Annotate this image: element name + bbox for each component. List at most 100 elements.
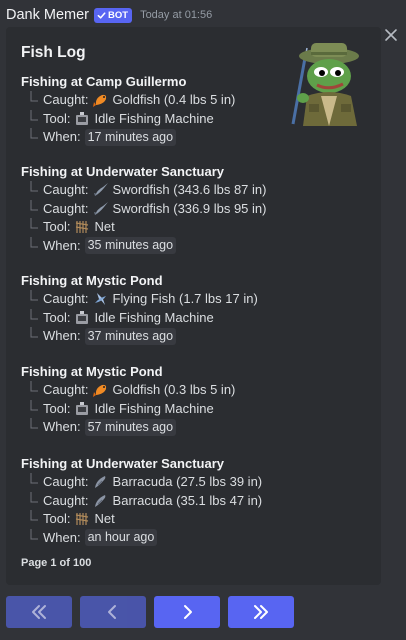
line-label: Caught: — [43, 382, 89, 397]
line-label: Caught: — [43, 291, 89, 306]
previous-page-button[interactable] — [80, 596, 146, 628]
checkmark-icon — [97, 11, 106, 19]
line-value: Goldfish (0.4 lbs 5 in) — [112, 92, 236, 107]
line-label: Tool: — [43, 219, 71, 234]
chevron-right-icon — [184, 605, 192, 619]
relative-time: an hour ago — [84, 529, 158, 547]
bot-badge-label: BOT — [108, 9, 129, 21]
fish-log-entry: Fishing at Underwater Sanctuary Caught: … — [21, 455, 361, 547]
line-value: Barracuda (27.5 lbs 39 in) — [112, 474, 263, 489]
line-label: When: — [43, 237, 81, 253]
tree-branch-icon — [29, 491, 39, 511]
close-icon[interactable] — [383, 27, 399, 43]
line-label: Caught: — [43, 492, 89, 508]
line-value: Swordfish (336.9 lbs 95 in) — [112, 200, 267, 216]
embed-footer-page: Page 1 of 100 — [21, 557, 92, 569]
tree-branch-icon — [29, 418, 39, 437]
line-label: When: — [43, 529, 81, 545]
fish-log-entry: Fishing at Mystic Pond Caught: Goldfish … — [21, 363, 361, 437]
tree-branch-icon — [29, 399, 39, 419]
line-value: Goldfish (0.3 lbs 5 in) — [112, 382, 236, 397]
line-label: Tool: — [43, 400, 71, 416]
flying-fish-icon — [93, 291, 109, 307]
tree-branch-icon — [29, 218, 39, 237]
last-page-button[interactable] — [228, 596, 294, 628]
tree-branch-icon — [29, 290, 39, 309]
entry-location-title: Fishing at Underwater Sanctuary — [21, 456, 224, 471]
swordfish-icon — [93, 182, 109, 198]
relative-time: 57 minutes ago — [84, 418, 177, 436]
barracuda-icon — [93, 474, 109, 490]
line-label: When: — [43, 419, 81, 434]
swordfish-icon — [93, 201, 109, 217]
entry-tool-line: Tool: Net — [21, 218, 361, 237]
line-label: Tool: — [43, 309, 71, 325]
entry-when-line: When: 35 minutes ago — [21, 236, 361, 256]
entry-caught-line: Caught: Swordfish (343.6 lbs 87 in) — [21, 181, 361, 200]
entry-location-title: Fishing at Mystic Pond — [21, 273, 163, 288]
line-label: Caught: — [43, 92, 89, 107]
line-value: Idle Fishing Machine — [94, 110, 214, 126]
message-header: Dank Memer BOT Today at 01:56 — [6, 6, 212, 24]
tree-branch-icon — [29, 236, 39, 256]
entry-tool-line: Tool: Net — [21, 510, 361, 529]
entry-when-line: When: an hour ago — [21, 528, 361, 548]
bot-badge: BOT — [94, 7, 133, 23]
idle-fishing-machine-icon — [74, 310, 90, 326]
fish-log-entry: Fishing at Camp Guillermo Caught: Goldfi… — [21, 73, 361, 147]
idle-fishing-machine-icon — [74, 111, 90, 127]
next-page-button[interactable] — [154, 596, 220, 628]
entry-caught-line: Caught: Goldfish (0.4 lbs 5 in) — [21, 91, 361, 110]
double-chevron-left-icon — [32, 605, 46, 619]
entry-tool-line: Tool: Idle Fishing Machine — [21, 308, 361, 328]
double-chevron-right-icon — [254, 605, 268, 619]
line-value: Net — [94, 219, 115, 234]
entry-caught-line: Caught: Flying Fish (1.7 lbs 17 in) — [21, 290, 361, 309]
tree-branch-icon — [29, 109, 39, 129]
barracuda-icon — [93, 493, 109, 509]
tree-branch-icon — [29, 327, 39, 346]
tree-branch-icon — [29, 510, 39, 529]
tree-branch-icon — [29, 381, 39, 400]
line-value: Net — [94, 511, 115, 526]
line-label: Caught: — [43, 474, 89, 489]
line-label: Tool: — [43, 511, 71, 526]
fish-log-embed: Fish Log Fishing at Camp Guillermo Caugh… — [6, 27, 381, 585]
entry-when-line: When: 57 minutes ago — [21, 418, 361, 437]
first-page-button[interactable] — [6, 596, 72, 628]
idle-fishing-machine-icon — [74, 401, 90, 417]
goldfish-icon — [92, 92, 109, 108]
entry-location-title: Fishing at Mystic Pond — [21, 364, 163, 379]
line-label: Caught: — [43, 200, 89, 216]
fish-log-entry: Fishing at Mystic Pond Caught: Flying Fi… — [21, 272, 361, 346]
entry-caught-line: Caught: Barracuda (27.5 lbs 39 in) — [21, 473, 361, 492]
tree-branch-icon — [29, 128, 39, 147]
relative-time: 37 minutes ago — [84, 327, 177, 345]
relative-time: 35 minutes ago — [84, 237, 177, 255]
line-value: Swordfish (343.6 lbs 87 in) — [112, 182, 267, 197]
tree-branch-icon — [29, 91, 39, 110]
tree-branch-icon — [29, 181, 39, 200]
timestamp: Today at 01:56 — [140, 9, 213, 21]
entry-location-title: Fishing at Underwater Sanctuary — [21, 164, 224, 179]
tree-branch-icon — [29, 528, 39, 548]
net-icon — [74, 511, 90, 527]
goldfish-icon — [92, 382, 109, 398]
line-value: Idle Fishing Machine — [94, 309, 214, 325]
line-label: When: — [43, 129, 81, 144]
line-label: When: — [43, 328, 81, 343]
pagination-buttons — [6, 596, 294, 628]
entry-caught-line: Caught: Goldfish (0.3 lbs 5 in) — [21, 381, 361, 400]
relative-time: 17 minutes ago — [84, 128, 177, 146]
line-value: Flying Fish (1.7 lbs 17 in) — [112, 291, 258, 306]
chevron-left-icon — [108, 605, 116, 619]
tree-branch-icon — [29, 308, 39, 328]
fish-log-entry: Fishing at Underwater Sanctuary Caught: … — [21, 163, 361, 255]
entry-when-line: When: 37 minutes ago — [21, 327, 361, 346]
entry-caught-line: Caught: Swordfish (336.9 lbs 95 in) — [21, 199, 361, 219]
line-value: Barracuda (35.1 lbs 47 in) — [112, 492, 263, 508]
embed-title: Fish Log — [21, 44, 86, 61]
tree-branch-icon — [29, 473, 39, 492]
entry-tool-line: Tool: Idle Fishing Machine — [21, 109, 361, 129]
author-name[interactable]: Dank Memer — [6, 7, 89, 23]
